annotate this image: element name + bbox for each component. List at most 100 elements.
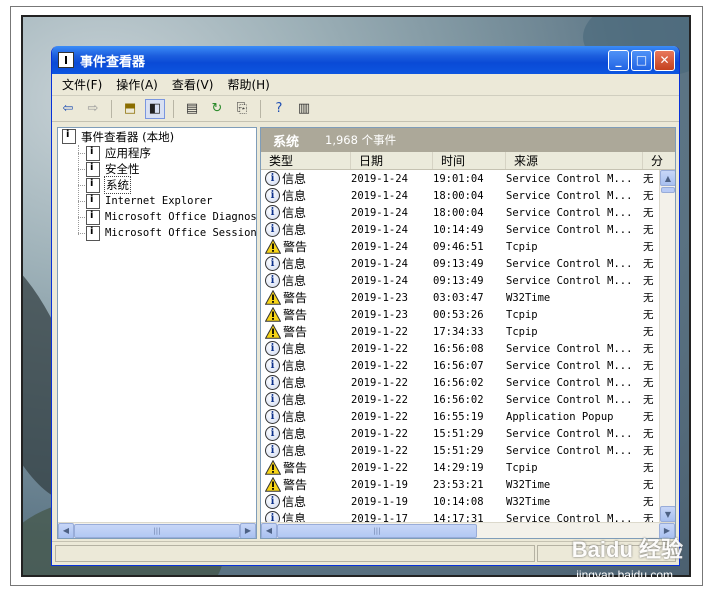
console-tree-icon[interactable]: ▥ xyxy=(294,99,314,119)
event-source-cell: Service Control M... xyxy=(506,376,633,389)
event-time-cell: 00:53:26 xyxy=(433,308,484,321)
scrollbar-thumb[interactable] xyxy=(661,187,675,193)
scroll-up-icon[interactable]: ▲ xyxy=(660,170,675,186)
event-row[interactable]: i 信息 2019-1-22 15:51:29 Service Control M...… xyxy=(261,442,675,459)
back-arrow-icon[interactable]: ⇦ xyxy=(58,99,78,119)
tree-item-system[interactable]: 系统 xyxy=(78,176,256,194)
tree-horizontal-scrollbar[interactable]: ◀ ||| ▶ xyxy=(58,522,256,538)
tree-root[interactable]: 事件查看器 (本地) xyxy=(58,128,256,145)
event-date-cell: 2019-1-24 xyxy=(351,240,408,253)
event-type-label: 信息 xyxy=(282,444,307,458)
event-time-cell: 16:55:19 xyxy=(433,410,484,423)
event-row[interactable]: i 信息 2019-1-24 09:13:49 Service Control M...… xyxy=(261,272,675,289)
event-row[interactable]: i 信息 2019-1-24 10:14:49 Service Control M...… xyxy=(261,221,675,238)
event-type-label: 信息 xyxy=(282,274,307,288)
tree-item-security[interactable]: 安全性 xyxy=(78,161,256,177)
event-time-cell: 16:56:07 xyxy=(433,359,484,372)
tree-children: 应用程序 安全性 系统 Internet Explorer Microsoft … xyxy=(78,145,256,241)
event-time-cell: 15:51:29 xyxy=(433,444,484,457)
event-rows: i 信息 2019-1-24 19:01:04 Service Control M...… xyxy=(261,170,675,527)
help-icon[interactable]: ? xyxy=(269,99,289,119)
tree-item-internet-explorer[interactable]: Internet Explorer xyxy=(78,193,256,209)
title-bar[interactable]: 事件查看器 _ □ ✕ xyxy=(52,46,679,74)
event-type-cell: i 信息 xyxy=(261,374,347,391)
event-time-cell: 19:01:04 xyxy=(433,172,484,185)
scroll-down-icon[interactable]: ▼ xyxy=(660,506,675,522)
list-vertical-scrollbar[interactable]: ▲ ▼ xyxy=(659,170,675,522)
event-type-cell: i 信息 xyxy=(261,408,347,425)
event-type-label: 信息 xyxy=(282,172,307,186)
close-button[interactable]: ✕ xyxy=(654,49,675,71)
event-type-cell: 警告 xyxy=(261,238,347,255)
event-row[interactable]: i 信息 2019-1-24 19:01:04 Service Control M...… xyxy=(261,170,675,187)
tree-item-label: 应用程序 xyxy=(105,146,151,160)
column-header-category[interactable]: 分 xyxy=(643,152,663,169)
properties-icon[interactable]: ▤ xyxy=(182,99,202,119)
event-viewer-app-icon xyxy=(58,52,74,68)
tree-item-office-sessions[interactable]: Microsoft Office Sessions xyxy=(78,225,256,241)
forward-arrow-icon[interactable]: ⇨ xyxy=(83,99,103,119)
scroll-left-icon[interactable]: ◀ xyxy=(261,522,277,538)
event-type-label: 警告 xyxy=(283,291,308,305)
event-date-cell: 2019-1-24 xyxy=(351,274,408,287)
menu-help[interactable]: 帮助(H) xyxy=(227,76,269,93)
event-row[interactable]: 警告 2019-1-19 23:53:21 W32Time 无 xyxy=(261,476,675,493)
tree-item-label: Microsoft Office Sessions xyxy=(105,227,257,239)
event-row[interactable]: i 信息 2019-1-22 16:56:02 Service Control M...… xyxy=(261,374,675,391)
refresh-icon[interactable]: ↻ xyxy=(207,99,227,119)
event-row[interactable]: i 信息 2019-1-24 09:13:49 Service Control M...… xyxy=(261,255,675,272)
event-row[interactable]: i 信息 2019-1-22 16:55:19 Application Popup 无 xyxy=(261,408,675,425)
event-category-cell: 无 xyxy=(643,309,654,321)
log-icon xyxy=(86,177,100,193)
warning-icon xyxy=(265,477,281,492)
toolbar-separator xyxy=(173,99,174,118)
scrollbar-thumb[interactable]: ||| xyxy=(277,523,477,538)
event-source-cell: Application Popup xyxy=(506,410,614,423)
info-icon: i xyxy=(265,426,280,441)
event-row[interactable]: i 信息 2019-1-24 18:00:04 Service Control M...… xyxy=(261,187,675,204)
event-source-cell: Tcpip xyxy=(506,325,538,338)
event-row[interactable]: i 信息 2019-1-19 10:14:08 W32Time 无 xyxy=(261,493,675,510)
event-source-cell: Service Control M... xyxy=(506,359,633,372)
scroll-right-icon[interactable]: ▶ xyxy=(240,522,256,538)
column-header-type[interactable]: 类型 xyxy=(261,152,351,169)
event-type-label: 信息 xyxy=(282,189,307,203)
scrollbar-thumb[interactable]: ||| xyxy=(74,523,240,538)
event-row[interactable]: 警告 2019-1-24 09:46:51 Tcpip 无 xyxy=(261,238,675,255)
event-row[interactable]: 警告 2019-1-22 14:29:19 Tcpip 无 xyxy=(261,459,675,476)
up-folder-icon[interactable]: ⬒ xyxy=(120,99,140,119)
column-header-time[interactable]: 时间 xyxy=(433,152,506,169)
column-header-source[interactable]: 来源 xyxy=(506,152,643,169)
event-row[interactable]: i 信息 2019-1-22 16:56:08 Service Control M...… xyxy=(261,340,675,357)
event-row[interactable]: 警告 2019-1-23 03:03:47 W32Time 无 xyxy=(261,289,675,306)
column-header-date[interactable]: 日期 xyxy=(351,152,433,169)
menu-action[interactable]: 操作(A) xyxy=(116,76,158,93)
event-row[interactable]: i 信息 2019-1-22 15:51:29 Service Control M...… xyxy=(261,425,675,442)
event-row[interactable]: 警告 2019-1-23 00:53:26 Tcpip 无 xyxy=(261,306,675,323)
log-name: 系统 xyxy=(273,134,300,150)
log-icon xyxy=(86,209,100,225)
event-time-cell: 16:56:02 xyxy=(433,393,484,406)
event-row[interactable]: i 信息 2019-1-22 16:56:02 Service Control M...… xyxy=(261,391,675,408)
event-date-cell: 2019-1-22 xyxy=(351,325,408,338)
tree-item-office-diagnostics[interactable]: Microsoft Office Diagnostics xyxy=(78,209,256,225)
event-time-cell: 16:56:08 xyxy=(433,342,484,355)
event-type-label: 警告 xyxy=(283,240,308,254)
scroll-left-icon[interactable]: ◀ xyxy=(58,522,74,538)
event-row[interactable]: i 信息 2019-1-24 18:00:04 Service Control M...… xyxy=(261,204,675,221)
menu-file[interactable]: 文件(F) xyxy=(62,76,102,93)
tree-item-label: Internet Explorer xyxy=(105,195,213,207)
maximize-button[interactable]: □ xyxy=(631,49,652,71)
event-source-cell: Service Control M... xyxy=(506,206,633,219)
event-source-cell: Service Control M... xyxy=(506,427,633,440)
show-hide-tree-icon[interactable]: ◧ xyxy=(145,98,165,119)
event-row[interactable]: 警告 2019-1-22 17:34:33 Tcpip 无 xyxy=(261,323,675,340)
warning-icon xyxy=(265,460,281,475)
menu-view[interactable]: 查看(V) xyxy=(172,76,214,93)
export-list-icon[interactable]: ⎘ xyxy=(232,99,252,119)
event-category-cell: 无 xyxy=(643,445,654,457)
event-row[interactable]: i 信息 2019-1-22 16:56:07 Service Control M...… xyxy=(261,357,675,374)
minimize-button[interactable]: _ xyxy=(608,49,629,71)
tree-item-label: 系统 xyxy=(104,176,131,194)
tree-item-application[interactable]: 应用程序 xyxy=(78,145,256,161)
